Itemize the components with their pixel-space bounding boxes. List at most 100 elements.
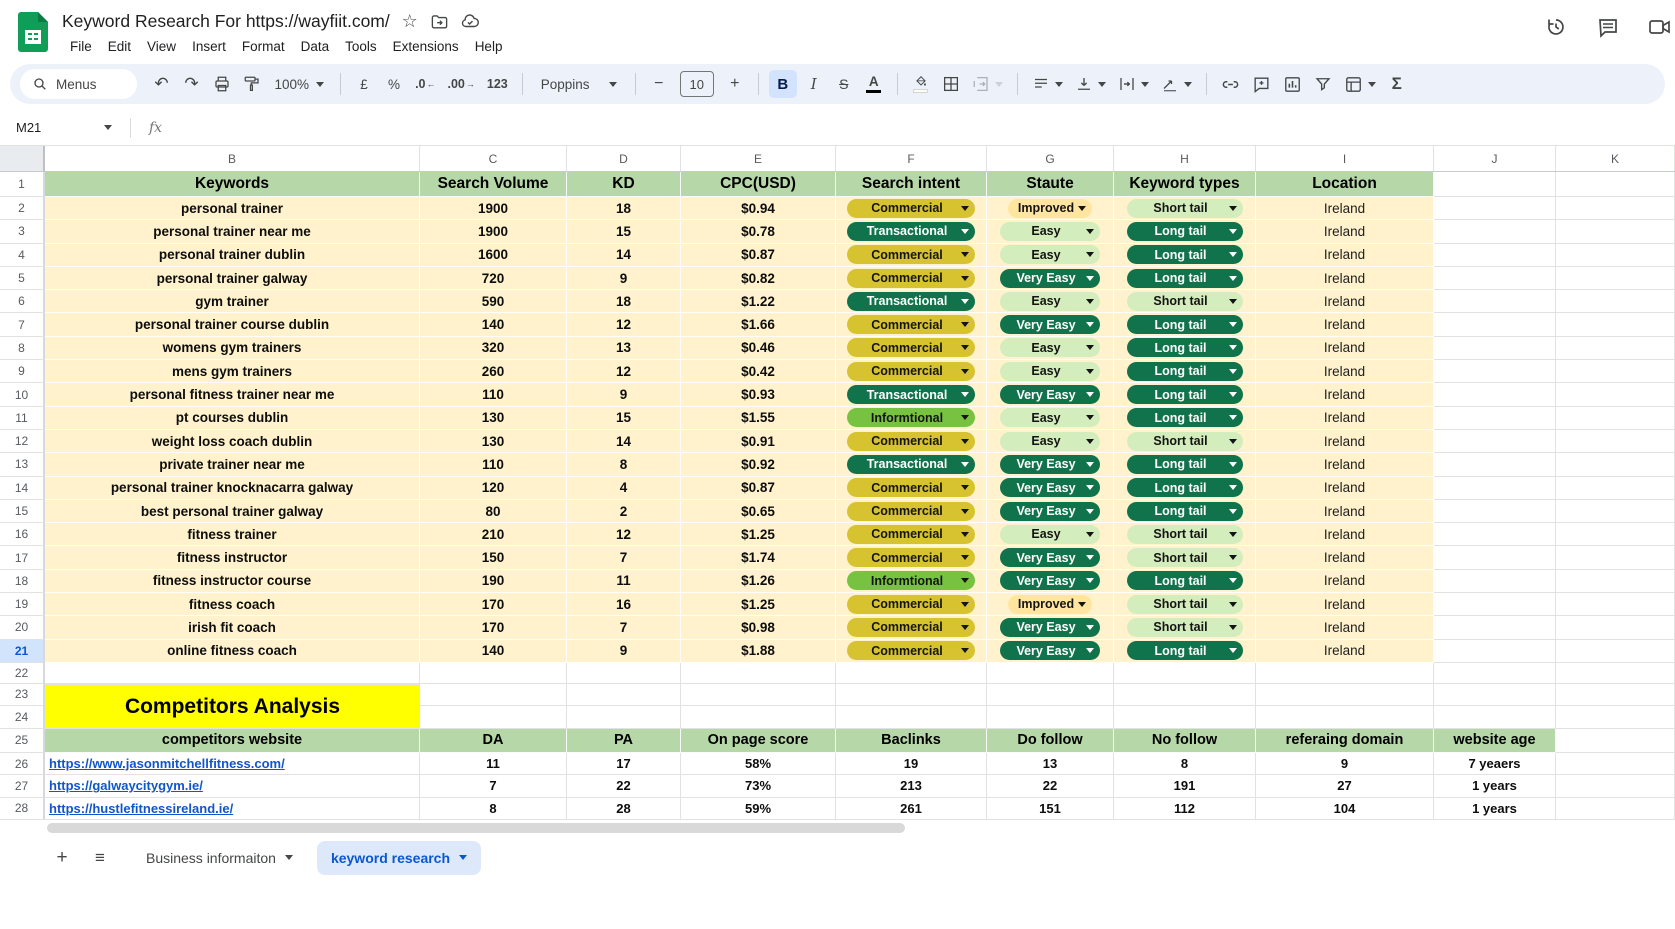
version-history-icon[interactable] bbox=[1543, 14, 1569, 40]
chip-F10[interactable]: Transactional bbox=[847, 385, 975, 404]
chip-H8[interactable]: Long tail bbox=[1127, 338, 1243, 357]
paint-format-button[interactable] bbox=[239, 70, 265, 98]
cell-C18[interactable]: 190 bbox=[420, 570, 567, 593]
chip-F2[interactable]: Commercial bbox=[847, 199, 975, 218]
document-title[interactable]: Keyword Research For https://wayfiit.com… bbox=[62, 11, 390, 32]
cell-E18[interactable]: $1.26 bbox=[681, 570, 836, 593]
cell-G26[interactable]: 13 bbox=[987, 753, 1114, 775]
chip-F9[interactable]: Commercial bbox=[847, 362, 975, 381]
chip-F20[interactable]: Commercial bbox=[847, 618, 975, 637]
cell-D25[interactable]: PA bbox=[567, 729, 681, 753]
cell-G4[interactable]: Easy bbox=[987, 244, 1114, 267]
col-header-E[interactable]: E bbox=[681, 146, 836, 171]
cell-K23[interactable] bbox=[1556, 684, 1675, 706]
cell-C1[interactable]: Search Volume bbox=[420, 172, 567, 197]
cell-F7[interactable]: Commercial bbox=[836, 313, 987, 336]
decrease-font-size-button[interactable]: − bbox=[646, 70, 672, 98]
text-wrap-button[interactable] bbox=[1114, 70, 1153, 98]
cell-B11[interactable]: pt courses dublin bbox=[45, 407, 420, 430]
cell-C3[interactable]: 1900 bbox=[420, 220, 567, 243]
sheet-tab-business-informaiton[interactable]: Business informaiton bbox=[132, 841, 307, 875]
cell-K3[interactable] bbox=[1556, 220, 1675, 243]
cell-I5[interactable]: Ireland bbox=[1256, 267, 1434, 290]
menu-extensions[interactable]: Extensions bbox=[385, 36, 467, 57]
chip-H14[interactable]: Long tail bbox=[1127, 478, 1243, 497]
horizontal-align-button[interactable] bbox=[1028, 70, 1067, 98]
cell-I27[interactable]: 27 bbox=[1256, 775, 1434, 797]
cell-H11[interactable]: Long tail bbox=[1114, 407, 1256, 430]
cell-E13[interactable]: $0.92 bbox=[681, 453, 836, 476]
col-header-J[interactable]: J bbox=[1434, 146, 1556, 171]
cell-B16[interactable]: fitness trainer bbox=[45, 523, 420, 546]
merge-cells-button[interactable] bbox=[968, 70, 1007, 98]
col-header-D[interactable]: D bbox=[567, 146, 681, 171]
chip-G7[interactable]: Very Easy bbox=[1000, 315, 1100, 334]
row-header-16[interactable]: 16 bbox=[0, 523, 45, 546]
cell-J2[interactable] bbox=[1434, 197, 1556, 220]
cell-G27[interactable]: 22 bbox=[987, 775, 1114, 797]
cell-C28[interactable]: 8 bbox=[420, 798, 567, 820]
cell-C12[interactable]: 130 bbox=[420, 430, 567, 453]
cell-G12[interactable]: Easy bbox=[987, 430, 1114, 453]
cell-K21[interactable] bbox=[1556, 640, 1675, 663]
cell-C21[interactable]: 140 bbox=[420, 640, 567, 663]
cell-D11[interactable]: 15 bbox=[567, 407, 681, 430]
cell-E24[interactable] bbox=[681, 706, 836, 729]
cell-F12[interactable]: Commercial bbox=[836, 430, 987, 453]
cell-C7[interactable]: 140 bbox=[420, 313, 567, 336]
italic-button[interactable]: I bbox=[801, 70, 827, 98]
cell-D2[interactable]: 18 bbox=[567, 197, 681, 220]
cell-F17[interactable]: Commercial bbox=[836, 546, 987, 569]
cell-D28[interactable]: 28 bbox=[567, 798, 681, 820]
cell-B28[interactable]: https://hustlefitnessireland.ie/ bbox=[45, 798, 420, 820]
cell-J15[interactable] bbox=[1434, 500, 1556, 523]
cell-D5[interactable]: 9 bbox=[567, 267, 681, 290]
menu-help[interactable]: Help bbox=[467, 36, 511, 57]
cell-E15[interactable]: $0.65 bbox=[681, 500, 836, 523]
cell-D10[interactable]: 9 bbox=[567, 383, 681, 406]
chip-G21[interactable]: Very Easy bbox=[1000, 641, 1100, 660]
cell-B19[interactable]: fitness coach bbox=[45, 593, 420, 616]
text-color-button[interactable]: A bbox=[861, 70, 887, 98]
formula-input[interactable] bbox=[162, 110, 1675, 145]
cell-D15[interactable]: 2 bbox=[567, 500, 681, 523]
row-header-18[interactable]: 18 bbox=[0, 570, 45, 593]
chip-G12[interactable]: Easy bbox=[1000, 432, 1100, 451]
font-select[interactable]: Poppins bbox=[533, 70, 625, 98]
cell-H10[interactable]: Long tail bbox=[1114, 383, 1256, 406]
cell-I17[interactable]: Ireland bbox=[1256, 546, 1434, 569]
cell-F4[interactable]: Commercial bbox=[836, 244, 987, 267]
fill-color-button[interactable] bbox=[908, 70, 934, 98]
cell-H21[interactable]: Long tail bbox=[1114, 640, 1256, 663]
col-header-F[interactable]: F bbox=[836, 146, 987, 171]
cell-I15[interactable]: Ireland bbox=[1256, 500, 1434, 523]
col-header-B[interactable]: B bbox=[45, 146, 420, 171]
cell-G1[interactable]: Staute bbox=[987, 172, 1114, 197]
menu-view[interactable]: View bbox=[139, 36, 184, 57]
cell-K15[interactable] bbox=[1556, 500, 1675, 523]
chip-F12[interactable]: Commercial bbox=[847, 432, 975, 451]
cell-I14[interactable]: Ireland bbox=[1256, 477, 1434, 500]
cell-K17[interactable] bbox=[1556, 546, 1675, 569]
chip-H13[interactable]: Long tail bbox=[1127, 455, 1243, 474]
cell-E21[interactable]: $1.88 bbox=[681, 640, 836, 663]
chip-H2[interactable]: Short tail bbox=[1127, 199, 1243, 218]
cell-I9[interactable]: Ireland bbox=[1256, 360, 1434, 383]
chip-G16[interactable]: Easy bbox=[1000, 525, 1100, 544]
cell-K20[interactable] bbox=[1556, 616, 1675, 639]
cell-I19[interactable]: Ireland bbox=[1256, 593, 1434, 616]
chip-F13[interactable]: Transactional bbox=[847, 455, 975, 474]
competitor-link[interactable]: https://hustlefitnessireland.ie/ bbox=[49, 801, 233, 816]
cell-G10[interactable]: Very Easy bbox=[987, 383, 1114, 406]
cell-D23[interactable] bbox=[567, 684, 681, 706]
chip-F3[interactable]: Transactional bbox=[847, 222, 975, 241]
menus-search-button[interactable]: Menus bbox=[20, 69, 137, 99]
col-header-K[interactable]: K bbox=[1556, 146, 1675, 171]
cell-K12[interactable] bbox=[1556, 430, 1675, 453]
cell-K1[interactable] bbox=[1556, 172, 1675, 197]
cell-F19[interactable]: Commercial bbox=[836, 593, 987, 616]
cell-H8[interactable]: Long tail bbox=[1114, 337, 1256, 360]
cell-H17[interactable]: Short tail bbox=[1114, 546, 1256, 569]
cell-E8[interactable]: $0.46 bbox=[681, 337, 836, 360]
star-icon[interactable]: ☆ bbox=[400, 11, 420, 31]
